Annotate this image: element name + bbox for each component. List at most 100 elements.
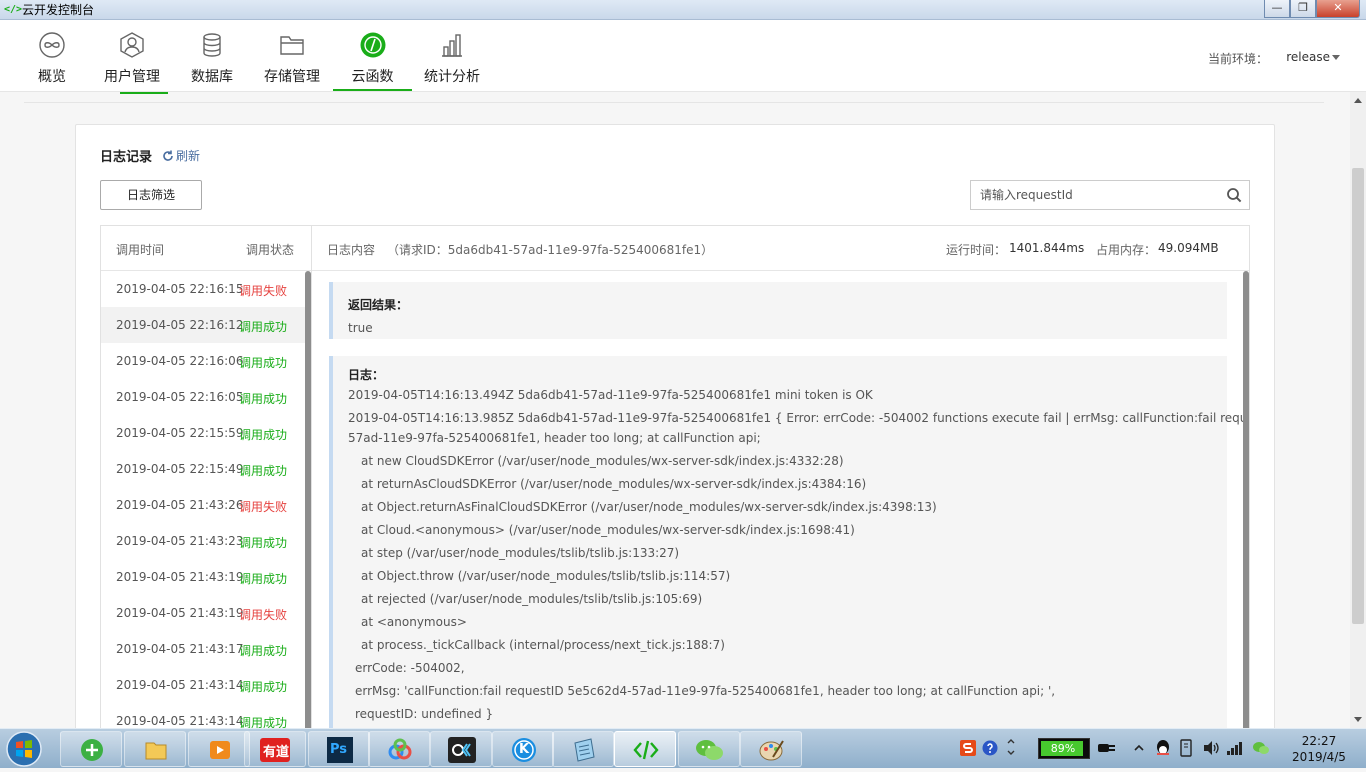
header-memory-label: 占用内存： bbox=[1096, 243, 1157, 257]
refresh-icon bbox=[163, 150, 173, 161]
list-scrollbar[interactable] bbox=[305, 271, 311, 734]
header-status: 调用状态 bbox=[246, 243, 295, 257]
ime-options-icon[interactable] bbox=[1006, 737, 1016, 757]
taskbar-paint[interactable] bbox=[740, 731, 802, 767]
window-title: 云开发控制台 bbox=[22, 3, 95, 17]
refresh-button[interactable]: 刷新 bbox=[162, 147, 200, 164]
status-badge: 调用成功 bbox=[239, 392, 288, 406]
scrollbar-thumb[interactable] bbox=[1352, 168, 1364, 624]
usb-device-icon[interactable] bbox=[1178, 739, 1194, 757]
window-titlebar: </> 云开发控制台 — ❐ ✕ bbox=[0, 0, 1366, 20]
invocation-time: 2019-04-05 21:43:14 bbox=[116, 678, 244, 692]
system-clock[interactable]: 22:27 2019/4/5 bbox=[1284, 733, 1354, 765]
power-plug-icon[interactable] bbox=[1098, 741, 1116, 755]
window-controls: — ❐ ✕ bbox=[1264, 0, 1360, 18]
status-badge: 调用成功 bbox=[239, 680, 288, 694]
environment-select[interactable]: release bbox=[1286, 50, 1330, 64]
status-badge: 调用成功 bbox=[239, 320, 288, 334]
taskbar-file-explorer[interactable] bbox=[124, 731, 186, 767]
invocation-time: 2019-04-05 21:43:23 bbox=[116, 534, 244, 548]
nav-item-storage[interactable]: 存储管理 bbox=[256, 20, 328, 91]
wechat-icon bbox=[696, 740, 723, 760]
status-badge: 调用成功 bbox=[239, 464, 288, 478]
status-badge: 调用成功 bbox=[239, 428, 288, 442]
invocation-time: 2019-04-05 21:43:19 bbox=[116, 606, 244, 620]
log-filter-button[interactable]: 日志筛选 bbox=[100, 180, 202, 210]
invocation-time: 2019-04-05 21:43:26 bbox=[116, 498, 244, 512]
nav-label: 云函数 bbox=[351, 69, 394, 85]
battery-indicator[interactable]: 89% bbox=[1038, 738, 1090, 759]
taskbar-wechat[interactable] bbox=[678, 731, 740, 767]
paint-icon bbox=[759, 740, 784, 761]
table-row[interactable]: 2019-04-05 22:16:15 调用失败 bbox=[101, 271, 305, 307]
qq-icon[interactable] bbox=[1154, 739, 1172, 757]
volume-icon[interactable] bbox=[1202, 740, 1220, 756]
status-badge: 调用失败 bbox=[239, 500, 288, 514]
nav-item-overview[interactable]: 概览 bbox=[22, 20, 82, 91]
taskbar-browser[interactable] bbox=[60, 731, 122, 767]
taskbar-youdao[interactable]: 有道 bbox=[244, 731, 306, 767]
table-row[interactable]: 2019-04-05 22:16:05 调用成功 bbox=[101, 379, 305, 415]
taskbar-photoshop[interactable]: Ps bbox=[308, 731, 370, 767]
windows-start-icon bbox=[6, 731, 42, 767]
log-line: at Object.returnAsFinalCloudSDKError (/v… bbox=[361, 500, 937, 514]
request-id-search bbox=[970, 180, 1250, 210]
content-scrollbar[interactable] bbox=[1243, 271, 1249, 734]
result-block: 返回结果： true bbox=[329, 282, 1227, 339]
invocation-list: 2019-04-05 22:16:15 调用失败 2019-04-05 22:16:… bbox=[101, 271, 311, 734]
search-input[interactable] bbox=[971, 181, 1217, 209]
taskbar-notepad[interactable] bbox=[552, 731, 614, 767]
table-row[interactable]: 2019-04-05 22:15:49 调用成功 bbox=[101, 451, 305, 487]
taskbar-kugou[interactable]: K bbox=[492, 731, 554, 767]
table-row[interactable]: 2019-04-05 21:43:23 调用成功 bbox=[101, 523, 305, 559]
page-scrollbar[interactable] bbox=[1350, 92, 1366, 728]
nav-item-cloud-functions[interactable]: 云函数 bbox=[333, 20, 412, 91]
table-row[interactable]: 2019-04-05 21:43:19 调用成功 bbox=[101, 559, 305, 595]
media-player-icon bbox=[210, 741, 230, 759]
nav-label: 数据库 bbox=[191, 69, 233, 85]
table-row[interactable]: 2019-04-05 21:43:26 调用失败 bbox=[101, 487, 305, 523]
help-icon[interactable] bbox=[982, 740, 998, 756]
taskbar-devtools[interactable] bbox=[614, 731, 676, 767]
taskbar: 有道 Ps K 89% 22:27 2019/4/5 bbox=[0, 728, 1366, 768]
nav-label: 存储管理 bbox=[264, 69, 320, 85]
scroll-down-icon[interactable] bbox=[1354, 717, 1362, 722]
nav-label: 统计分析 bbox=[424, 69, 480, 85]
taskbar-obs[interactable] bbox=[430, 731, 492, 767]
log-line: at <anonymous> bbox=[361, 615, 467, 629]
close-button[interactable]: ✕ bbox=[1316, 0, 1360, 18]
nav-item-database[interactable]: 数据库 bbox=[182, 20, 242, 91]
cloud-function-icon bbox=[360, 32, 385, 58]
search-icon[interactable] bbox=[1226, 187, 1242, 203]
database-icon bbox=[203, 33, 221, 57]
log-line: requestID: undefined } bbox=[355, 707, 494, 721]
environment-label: 当前环境： bbox=[1207, 52, 1268, 66]
sogou-input-icon[interactable] bbox=[960, 740, 976, 756]
wechat-tray-icon[interactable] bbox=[1252, 740, 1270, 756]
maximize-button[interactable]: ❐ bbox=[1290, 0, 1316, 18]
table-row[interactable]: 2019-04-05 21:43:14 调用成功 bbox=[101, 667, 305, 703]
minimize-button[interactable]: — bbox=[1264, 0, 1290, 18]
battery-percent: 89% bbox=[1050, 742, 1076, 755]
log-line: at rejected (/var/user/node_modules/tsli… bbox=[361, 592, 703, 606]
bar-chart-icon bbox=[442, 34, 462, 57]
nav-item-user-management[interactable]: 用户管理 bbox=[96, 20, 168, 91]
log-line: 57ad-11e9-97fa-525400681fe1, header too … bbox=[348, 431, 761, 445]
caret-down-icon[interactable] bbox=[1332, 55, 1340, 60]
network-signal-icon[interactable] bbox=[1226, 740, 1244, 756]
nav-item-statistics[interactable]: 统计分析 bbox=[416, 20, 488, 91]
table-row[interactable]: 2019-04-05 21:43:17 调用成功 bbox=[101, 631, 305, 667]
tab-indicator bbox=[120, 92, 168, 94]
table-row[interactable]: 2019-04-05 22:16:06 调用成功 bbox=[101, 343, 305, 379]
show-hidden-icons-icon[interactable] bbox=[1134, 743, 1144, 753]
table-row[interactable]: 2019-04-05 21:43:19 调用失败 bbox=[101, 595, 305, 631]
scroll-up-icon[interactable] bbox=[1354, 98, 1362, 103]
start-button[interactable] bbox=[4, 729, 50, 769]
table-row[interactable]: 2019-04-05 22:16:12 调用成功 bbox=[101, 307, 305, 343]
browser-icon bbox=[81, 739, 103, 761]
infinity-icon bbox=[39, 32, 65, 58]
taskbar-media-player[interactable] bbox=[188, 731, 250, 767]
invocation-time: 2019-04-05 22:16:12 bbox=[116, 318, 244, 332]
taskbar-baidu-netdisk[interactable] bbox=[368, 731, 430, 767]
table-row[interactable]: 2019-04-05 22:15:59 调用成功 bbox=[101, 415, 305, 451]
